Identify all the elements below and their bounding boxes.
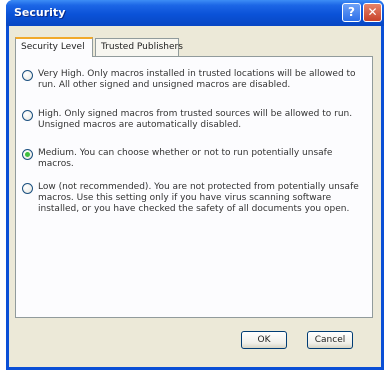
radio-high[interactable]	[22, 110, 33, 121]
radio-very-high[interactable]	[22, 70, 33, 81]
option-high-label: High. Only signed macros from trusted so…	[38, 109, 353, 130]
title-bar[interactable]: Security ? ✕	[6, 0, 384, 26]
ok-button[interactable]: OK	[241, 331, 287, 349]
radio-medium[interactable]	[22, 149, 33, 160]
security-dialog: Security ? ✕ Security Level Trusted Publ…	[6, 0, 384, 370]
close-button[interactable]: ✕	[363, 3, 382, 22]
help-button[interactable]: ?	[342, 3, 361, 22]
radio-low[interactable]	[22, 183, 33, 194]
option-medium-label: Medium. You can choose whether or not to…	[38, 148, 333, 169]
tab-security-level[interactable]: Security Level	[15, 37, 93, 57]
dialog-title: Security	[14, 6, 66, 19]
cancel-button[interactable]: Cancel	[307, 331, 353, 349]
tab-trusted-publishers[interactable]: Trusted Publishers	[95, 38, 183, 56]
option-very-high-label: Very High. Only macros installed in trus…	[38, 69, 356, 90]
security-level-panel: Very High. Only macros installed in trus…	[15, 56, 373, 318]
dialog-body: Security Level Trusted Publishers Very H…	[9, 26, 381, 367]
option-low-label: Low (not recommended). You are not prote…	[38, 182, 359, 214]
